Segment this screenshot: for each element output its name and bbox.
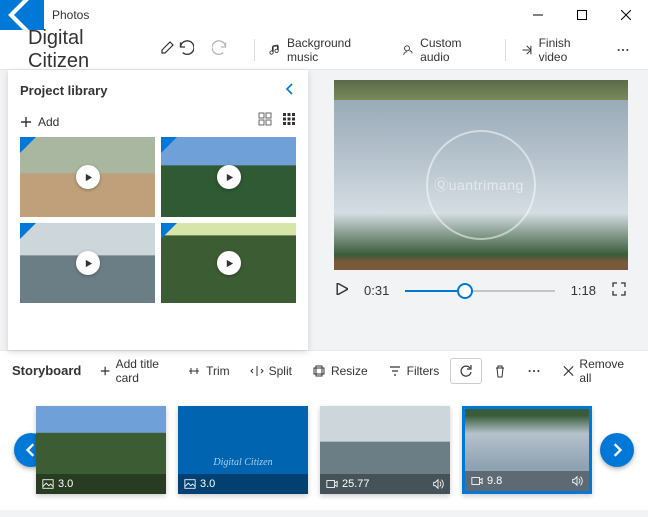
- window-controls: [516, 0, 648, 30]
- undo-button[interactable]: [176, 38, 194, 61]
- playback-controls: 0:31 1:18: [332, 270, 630, 299]
- resize-button[interactable]: Resize: [303, 351, 377, 390]
- play-button[interactable]: [336, 283, 348, 298]
- storyboard-clip[interactable]: 25.77: [320, 406, 450, 494]
- delete-button[interactable]: [484, 351, 516, 390]
- preview-video[interactable]: Ⓠuantrimang: [334, 80, 628, 270]
- custom-audio-button[interactable]: Custom audio: [392, 30, 501, 69]
- finish-video-button[interactable]: Finish video: [510, 30, 610, 69]
- play-overlay-icon: [76, 251, 100, 275]
- in-use-badge-icon: [161, 223, 177, 239]
- play-overlay-icon: [217, 165, 241, 189]
- image-icon: [42, 478, 54, 490]
- storyboard-clips: 3.0 Digital Citizen 3.0 25.77 9.8: [0, 390, 648, 510]
- clip-duration: 25.77: [342, 478, 428, 490]
- volume-icon: [432, 478, 444, 490]
- add-label: Add: [38, 115, 59, 129]
- finish-video-label: Finish video: [539, 36, 600, 64]
- library-title: Project library: [20, 83, 107, 98]
- scroll-right-button[interactable]: [600, 433, 634, 467]
- storyboard-clip[interactable]: Digital Citizen 3.0: [178, 406, 308, 494]
- maximize-button[interactable]: [560, 0, 604, 30]
- close-button[interactable]: [604, 0, 648, 30]
- add-media-button[interactable]: Add: [20, 115, 59, 129]
- volume-icon: [571, 475, 583, 487]
- storyboard-toolbar: Storyboard Add title card Trim Split Res…: [0, 350, 648, 390]
- clip-duration: 3.0: [58, 478, 160, 490]
- preview-panel: Ⓠuantrimang 0:31 1:18: [308, 70, 648, 350]
- current-time: 0:31: [364, 283, 389, 298]
- clip-footer: 3.0: [178, 474, 308, 494]
- grid-small-icon[interactable]: [282, 112, 296, 131]
- divider: [505, 39, 506, 61]
- app-title: Photos: [44, 8, 516, 22]
- collapse-library-icon[interactable]: [284, 82, 296, 98]
- clip-footer: 9.8: [465, 471, 589, 491]
- back-button[interactable]: [0, 0, 44, 30]
- trim-button[interactable]: Trim: [178, 351, 239, 390]
- grid-large-icon[interactable]: [258, 112, 272, 131]
- background-music-label: Background music: [287, 36, 382, 64]
- project-toolbar: Digital Citizen Background music Custom …: [0, 30, 648, 70]
- filters-button[interactable]: Filters: [379, 351, 449, 390]
- library-item[interactable]: [161, 137, 296, 217]
- title-card-text: Digital Citizen: [178, 457, 308, 468]
- clip-duration: 3.0: [200, 478, 302, 490]
- play-overlay-icon: [76, 165, 100, 189]
- storyboard-clip-selected[interactable]: 9.8: [462, 406, 592, 494]
- background-music-button[interactable]: Background music: [259, 30, 392, 69]
- library-item[interactable]: [20, 137, 155, 217]
- project-name[interactable]: Digital Citizen: [12, 27, 152, 73]
- project-library-panel: Project library Add: [8, 70, 308, 350]
- divider: [254, 39, 255, 61]
- more-button[interactable]: [610, 30, 636, 69]
- in-use-badge-icon: [20, 223, 36, 239]
- storyboard-title: Storyboard: [12, 363, 89, 378]
- in-use-badge-icon: [161, 137, 177, 153]
- library-item[interactable]: [20, 223, 155, 303]
- video-icon: [471, 475, 483, 487]
- rename-icon[interactable]: [160, 39, 176, 60]
- image-icon: [184, 478, 196, 490]
- split-button[interactable]: Split: [241, 351, 301, 390]
- main-area: Project library Add Ⓠuantrimang: [0, 70, 648, 350]
- storyboard-more-button[interactable]: [518, 351, 550, 390]
- in-use-badge-icon: [20, 137, 36, 153]
- minimize-button[interactable]: [516, 0, 560, 30]
- redo-button[interactable]: [212, 38, 230, 61]
- fullscreen-button[interactable]: [612, 282, 626, 299]
- clip-footer: 25.77: [320, 474, 450, 494]
- custom-audio-label: Custom audio: [420, 36, 491, 64]
- remove-all-button[interactable]: Remove all: [554, 351, 636, 390]
- library-item[interactable]: [161, 223, 296, 303]
- play-overlay-icon: [217, 251, 241, 275]
- clip-footer: 3.0: [36, 474, 166, 494]
- titlebar: Photos: [0, 0, 648, 30]
- rotate-button[interactable]: [450, 358, 482, 384]
- seek-slider[interactable]: [405, 290, 554, 292]
- total-time: 1:18: [571, 283, 596, 298]
- add-title-card-button[interactable]: Add title card: [91, 351, 176, 390]
- clip-duration: 9.8: [487, 475, 567, 487]
- storyboard-clip[interactable]: 3.0: [36, 406, 166, 494]
- library-thumbnails: [20, 137, 296, 303]
- watermark: Ⓠuantrimang: [426, 130, 536, 240]
- video-icon: [326, 478, 338, 490]
